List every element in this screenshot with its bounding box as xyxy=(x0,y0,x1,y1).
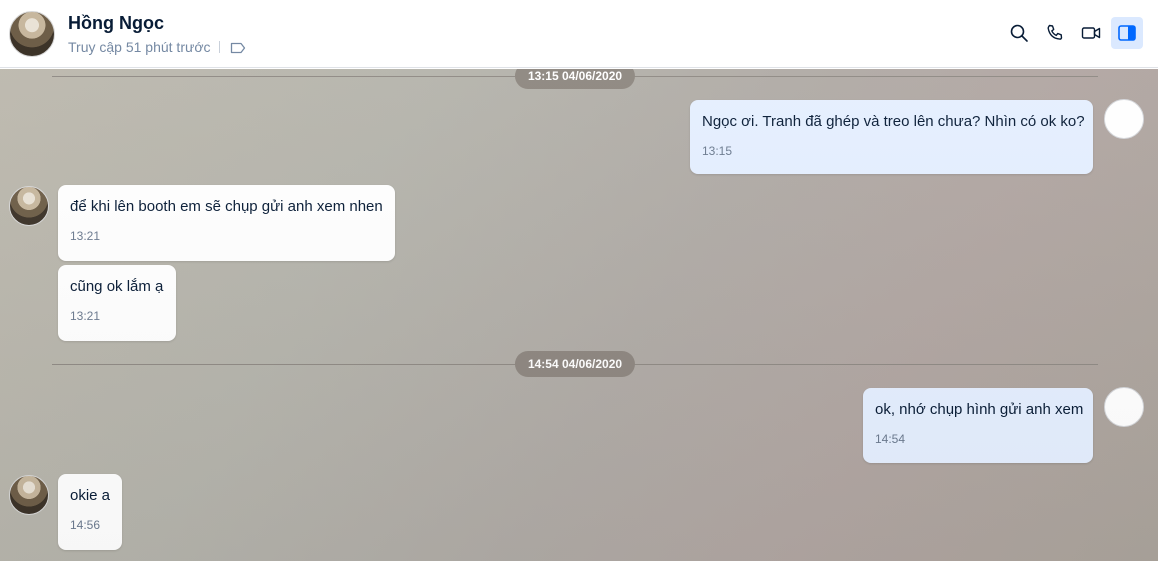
sender-avatar xyxy=(1104,99,1144,139)
header-actions xyxy=(1003,17,1143,49)
contact-avatar[interactable] xyxy=(9,11,55,57)
sidebar-toggle-icon xyxy=(1118,25,1136,41)
contact-avatar[interactable] xyxy=(9,186,49,226)
phone-icon xyxy=(1047,24,1063,40)
message-text: okie a xyxy=(70,487,111,504)
message-time: 14:54 xyxy=(875,432,906,446)
message-list[interactable]: 13:15 04/06/2020 Ngọc ơi. Tranh đã ghép … xyxy=(0,69,1158,561)
conversation-info-toggle[interactable] xyxy=(1111,17,1143,49)
message-time: 13:15 xyxy=(702,144,733,158)
message-bubble-incoming[interactable]: để khi lên booth em sẽ chụp gửi anh xem … xyxy=(58,185,395,261)
contact-avatar[interactable] xyxy=(9,475,49,515)
contact-info: Hồng Ngọc Truy cập 51 phút trước xyxy=(68,12,246,55)
search-icon xyxy=(1010,24,1028,42)
video-icon xyxy=(1081,27,1101,39)
message-bubble-outgoing[interactable]: ok, nhớ chụp hình gửi anh xem 14:54 xyxy=(863,388,1093,463)
sender-avatar xyxy=(1104,387,1144,427)
message-time: 14:56 xyxy=(70,518,101,532)
time-separator: 13:15 04/06/2020 xyxy=(52,69,1098,89)
message-bubble-incoming[interactable]: okie a 14:56 xyxy=(58,474,122,550)
separator-timestamp: 13:15 04/06/2020 xyxy=(514,69,636,89)
message-text: cũng ok lắm ạ xyxy=(70,278,164,295)
chat-header: Hồng Ngọc Truy cập 51 phút trước xyxy=(0,0,1158,68)
contact-name[interactable]: Hồng Ngọc xyxy=(68,12,246,34)
contact-status-row: Truy cập 51 phút trước xyxy=(68,39,246,55)
message-bubble-incoming[interactable]: cũng ok lắm ạ 13:21 xyxy=(58,265,176,341)
separator-timestamp: 14:54 04/06/2020 xyxy=(514,351,636,377)
message-time: 13:21 xyxy=(70,229,101,243)
message-text: ok, nhớ chụp hình gửi anh xem xyxy=(875,401,1084,418)
message-text: Ngọc ơi. Tranh đã ghép và treo lên chưa?… xyxy=(702,113,1085,130)
time-separator: 14:54 04/06/2020 xyxy=(52,351,1098,377)
search-button[interactable] xyxy=(1003,17,1035,49)
voice-call-button[interactable] xyxy=(1039,17,1071,49)
message-time: 13:21 xyxy=(70,309,101,323)
label-tag-icon[interactable] xyxy=(230,41,246,54)
status-divider xyxy=(218,41,220,53)
last-seen-status: Truy cập 51 phút trước xyxy=(68,39,211,55)
message-text: để khi lên booth em sẽ chụp gửi anh xem … xyxy=(70,198,383,215)
message-bubble-outgoing[interactable]: Ngọc ơi. Tranh đã ghép và treo lên chưa?… xyxy=(690,100,1093,174)
video-call-button[interactable] xyxy=(1075,17,1107,49)
